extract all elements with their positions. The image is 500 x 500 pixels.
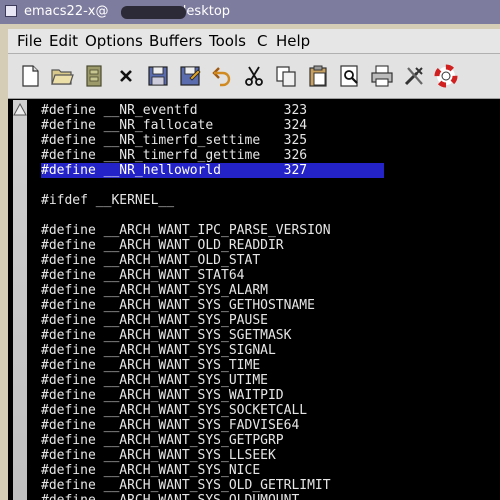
- close-icon[interactable]: [114, 64, 138, 88]
- code-line: #define __ARCH_WANT_SYS_SGETMASK: [41, 328, 292, 343]
- copy-icon[interactable]: [274, 64, 298, 88]
- print-icon[interactable]: [370, 64, 394, 88]
- window-border-left: [0, 24, 8, 500]
- code-line: #define __ARCH_WANT_OLD_STAT: [41, 253, 261, 268]
- save-as-icon[interactable]: [178, 64, 202, 88]
- code-line: #define __ARCH_WANT_SYS_PAUSE: [41, 313, 268, 328]
- menu-file[interactable]: File: [17, 32, 42, 50]
- code-line: #define __ARCH_WANT_OLD_READDIR: [41, 238, 284, 253]
- code-line: #define __NR_timerfd_settime 325: [41, 133, 308, 148]
- menu-tools[interactable]: Tools: [209, 32, 246, 50]
- vertical-scrollbar[interactable]: [13, 100, 27, 500]
- undo-icon[interactable]: [210, 64, 234, 88]
- editor-buffer[interactable]: #define __NR_eventfd 323 #define __NR_fal…: [35, 100, 500, 500]
- paste-icon[interactable]: [306, 64, 330, 88]
- code-line: #define __ARCH_WANT_SYS_SIGNAL: [41, 343, 276, 358]
- code-line: #define __ARCH_WANT_SYS_SOCKETCALL: [41, 403, 308, 418]
- code-line: #define __ARCH_WANT_SYS_GETHOSTNAME: [41, 298, 315, 313]
- code-line: #define __NR_timerfd_gettime 326: [41, 148, 308, 163]
- menu-bar: File Edit Options Buffers Tools C Help: [8, 29, 500, 54]
- save-icon[interactable]: [146, 64, 170, 88]
- highlighted-code-line: #define __NR_helloworld 327: [41, 163, 384, 178]
- preferences-icon[interactable]: [402, 64, 426, 88]
- code-line: #define __ARCH_WANT_SYS_OLDUMOUNT: [41, 493, 299, 500]
- help-icon[interactable]: [434, 64, 458, 88]
- title-bar: emacs22-x@ -desktop: [0, 0, 500, 24]
- open-folder-icon[interactable]: [50, 64, 74, 88]
- code-line: #define __ARCH_WANT_SYS_FADVISE64: [41, 418, 300, 433]
- menu-buffers[interactable]: Buffers: [149, 32, 202, 50]
- code-line: #define __NR_fallocate 324: [41, 118, 308, 133]
- code-line: #define __ARCH_WANT_SYS_UTIME: [41, 373, 268, 388]
- redacted-hostname: [121, 6, 186, 19]
- code-line: #define __ARCH_WANT_SYS_TIME: [41, 358, 261, 373]
- scroll-up-arrow-icon[interactable]: [13, 102, 27, 116]
- code-line: #define __ARCH_WANT_SYS_GETPGRP: [41, 433, 284, 448]
- menu-c[interactable]: C: [257, 32, 267, 50]
- code-line: #define __ARCH_WANT_SYS_OLD_GETRLIMIT: [41, 478, 331, 493]
- dired-icon[interactable]: [82, 64, 106, 88]
- menu-help[interactable]: Help: [276, 32, 310, 50]
- code-line: #define __ARCH_WANT_SYS_LLSEEK: [41, 448, 276, 463]
- code-line: #define __ARCH_WANT_SYS_WAITPID: [41, 388, 284, 403]
- code-line: #define __NR_eventfd 323: [41, 103, 308, 118]
- menu-options[interactable]: Options: [85, 32, 143, 50]
- window-menu-icon[interactable]: [5, 5, 17, 17]
- code-line: #define __ARCH_WANT_IPC_PARSE_VERSION: [41, 223, 331, 238]
- code-line: #define __ARCH_WANT_STAT64: [41, 268, 245, 283]
- toolbar: [8, 54, 500, 99]
- menu-edit[interactable]: Edit: [49, 32, 78, 50]
- code-line: #ifdef __KERNEL__: [41, 193, 175, 208]
- code-line: #define __ARCH_WANT_SYS_NICE: [41, 463, 261, 478]
- cut-icon[interactable]: [242, 64, 266, 88]
- new-file-icon[interactable]: [18, 64, 42, 88]
- code-line: #define __ARCH_WANT_SYS_ALARM: [41, 283, 268, 298]
- search-icon[interactable]: [338, 64, 362, 88]
